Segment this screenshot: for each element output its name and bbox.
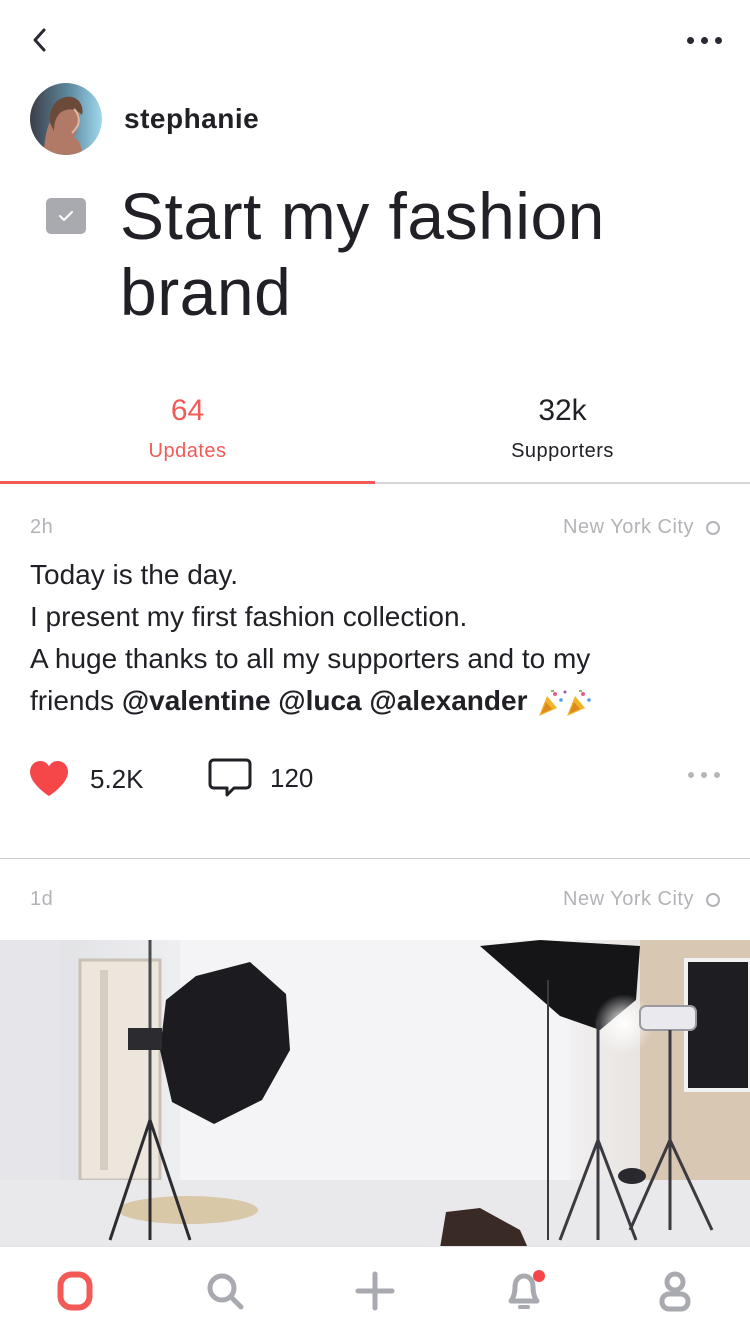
location-ring-icon <box>706 520 720 535</box>
goal-checkbox[interactable] <box>46 198 86 234</box>
goal-title: Start my fashion brand <box>120 179 605 329</box>
mention-alexander[interactable]: @alexander <box>369 685 527 716</box>
author-name[interactable]: stephanie <box>124 103 259 135</box>
post-item: 2h New York City Today is the day. I pre… <box>0 516 750 858</box>
updates-count: 64 <box>170 394 205 427</box>
comment-button[interactable]: 120 <box>208 758 313 798</box>
location-label: New York City <box>563 516 694 538</box>
checkmark-icon <box>59 211 73 221</box>
profile-icon <box>659 1271 691 1312</box>
post-time: 1d <box>30 888 54 910</box>
more-options-button[interactable] <box>680 24 728 56</box>
tabbar-notifications[interactable] <box>450 1247 600 1334</box>
heart-icon <box>30 761 68 796</box>
tabs: 64 Updates 32k Supporters <box>0 382 750 484</box>
supporters-label: Supporters <box>511 440 614 462</box>
comment-count: 120 <box>270 762 314 793</box>
chevron-left-icon <box>33 28 46 52</box>
post-line-prefix: friends <box>30 685 115 716</box>
updates-label: Updates <box>148 440 227 462</box>
post-divider <box>0 858 750 859</box>
tab-updates[interactable]: 64 Updates <box>0 382 375 484</box>
post-more-button[interactable] <box>688 766 720 784</box>
post-photo[interactable] <box>0 940 750 1248</box>
photo-studio-image <box>0 940 750 1248</box>
post-body: Today is the day. I present my first fas… <box>30 554 720 722</box>
plus-icon <box>355 1271 395 1311</box>
comment-bubble-icon <box>208 758 252 797</box>
avatar[interactable] <box>30 83 102 155</box>
like-button[interactable]: 5.2K <box>28 760 144 798</box>
mention-valentine[interactable]: @valentine <box>122 685 271 716</box>
tabbar-profile[interactable] <box>600 1247 750 1334</box>
supporters-count: 32k <box>538 394 587 427</box>
bell-icon <box>508 1270 545 1309</box>
home-ring-icon <box>57 1271 93 1311</box>
more-dots-icon <box>686 36 722 44</box>
search-icon <box>207 1273 244 1310</box>
tabbar-add[interactable] <box>300 1247 450 1334</box>
post-time: 2h <box>30 516 54 538</box>
post-line: Today is the day. <box>30 559 239 590</box>
tab-supporters[interactable]: 32k Supporters <box>375 382 750 482</box>
back-button[interactable] <box>22 22 58 58</box>
bottom-tab-bar <box>0 1246 750 1334</box>
post-location[interactable]: New York City <box>563 888 720 911</box>
top-bar <box>0 0 750 80</box>
post-meta: 1d New York City <box>30 888 720 918</box>
post-line-mentions: friends @valentine @luca @alexander <box>30 680 720 722</box>
post-line: A huge thanks to all my supporters and t… <box>30 643 591 674</box>
post-meta: 2h New York City <box>30 516 720 546</box>
like-count: 5.2K <box>90 763 144 794</box>
author-row[interactable]: stephanie <box>30 83 259 155</box>
party-popper-icon <box>539 689 592 716</box>
post-line: I present my first fashion collection. <box>30 601 468 632</box>
post-actions: 5.2K 120 <box>28 752 720 802</box>
mention-luca[interactable]: @luca <box>278 685 361 716</box>
tabbar-home[interactable] <box>0 1247 150 1334</box>
location-ring-icon <box>706 892 720 907</box>
avatar-image <box>30 83 102 155</box>
more-dots-icon <box>688 772 720 778</box>
tabbar-search[interactable] <box>150 1247 300 1334</box>
post-location[interactable]: New York City <box>563 516 720 539</box>
post-item: 1d New York City <box>0 888 750 938</box>
location-label: New York City <box>563 888 694 910</box>
